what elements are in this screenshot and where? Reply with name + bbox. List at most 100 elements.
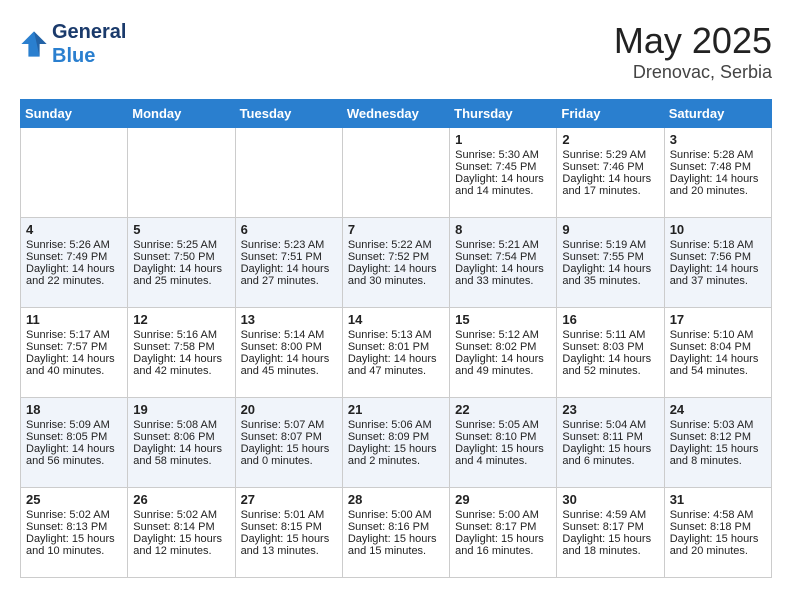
day-number: 30: [562, 492, 658, 507]
day-number: 29: [455, 492, 551, 507]
day-info: Sunset: 8:04 PM: [670, 341, 766, 353]
day-info: Sunset: 7:52 PM: [348, 251, 444, 263]
day-number: 13: [241, 312, 337, 327]
day-number: 11: [26, 312, 122, 327]
day-number: 16: [562, 312, 658, 327]
logo-icon: [20, 30, 48, 58]
calendar-cell: 13Sunrise: 5:14 AMSunset: 8:00 PMDayligh…: [235, 308, 342, 398]
day-info: Sunset: 7:45 PM: [455, 161, 551, 173]
day-number: 20: [241, 402, 337, 417]
calendar-cell: 16Sunrise: 5:11 AMSunset: 8:03 PMDayligh…: [557, 308, 664, 398]
weekday-header-thursday: Thursday: [450, 100, 557, 128]
calendar-table: SundayMondayTuesdayWednesdayThursdayFrid…: [20, 99, 772, 578]
day-info: Daylight: 14 hours: [26, 353, 122, 365]
day-info: Daylight: 14 hours: [241, 353, 337, 365]
day-info: Sunrise: 5:22 AM: [348, 239, 444, 251]
day-info: Sunset: 8:02 PM: [455, 341, 551, 353]
day-info: Sunrise: 5:00 AM: [455, 509, 551, 521]
calendar-cell: 29 Sunrise: 5:00 AMSunset: 8:17 PMDayligh…: [450, 488, 557, 578]
day-info: and 33 minutes.: [455, 275, 551, 287]
day-info: Sunset: 8:05 PM: [26, 431, 122, 443]
day-number: 25: [26, 492, 122, 507]
weekday-header-sunday: Sunday: [21, 100, 128, 128]
calendar-cell: 22Sunrise: 5:05 AMSunset: 8:10 PMDayligh…: [450, 398, 557, 488]
calendar-cell: 8Sunrise: 5:21 AMSunset: 7:54 PMDaylight…: [450, 218, 557, 308]
day-info: Daylight: 14 hours: [670, 173, 766, 185]
day-number: 6: [241, 222, 337, 237]
day-info: Sunrise: 5:25 AM: [133, 239, 229, 251]
day-info: Daylight: 15 hours: [455, 533, 551, 545]
day-info: and 8 minutes.: [670, 455, 766, 467]
day-number: 21: [348, 402, 444, 417]
week-row-1: 1Sunrise: 5:30 AMSunset: 7:45 PMDaylight…: [21, 128, 772, 218]
day-info: Sunset: 8:16 PM: [348, 521, 444, 533]
calendar-cell: 25Sunrise: 5:02 AMSunset: 8:13 PMDayligh…: [21, 488, 128, 578]
day-info: and 30 minutes.: [348, 275, 444, 287]
day-info: Sunrise: 5:05 AM: [455, 419, 551, 431]
day-info: Sunset: 7:55 PM: [562, 251, 658, 263]
day-info: Sunset: 8:06 PM: [133, 431, 229, 443]
day-info: and 20 minutes.: [670, 185, 766, 197]
day-info: Sunrise: 5:26 AM: [26, 239, 122, 251]
day-info: Sunset: 8:14 PM: [133, 521, 229, 533]
day-number: 15: [455, 312, 551, 327]
day-info: Sunrise: 5:02 AM: [26, 509, 122, 521]
day-info: Sunset: 7:54 PM: [455, 251, 551, 263]
day-info: and 6 minutes.: [562, 455, 658, 467]
day-info: and 0 minutes.: [241, 455, 337, 467]
calendar-cell: 18Sunrise: 5:09 AMSunset: 8:05 PMDayligh…: [21, 398, 128, 488]
calendar-cell: 30Sunrise: 4:59 AMSunset: 8:17 PMDayligh…: [557, 488, 664, 578]
day-info: Sunrise: 5:09 AM: [26, 419, 122, 431]
day-info: Sunset: 8:17 PM: [562, 521, 658, 533]
day-info: Sunset: 8:01 PM: [348, 341, 444, 353]
day-info: Daylight: 14 hours: [133, 263, 229, 275]
day-info: Sunset: 8:07 PM: [241, 431, 337, 443]
day-info: and 4 minutes.: [455, 455, 551, 467]
day-info: Daylight: 14 hours: [241, 263, 337, 275]
day-info: and 13 minutes.: [241, 545, 337, 557]
calendar-cell: 26Sunrise: 5:02 AMSunset: 8:14 PMDayligh…: [128, 488, 235, 578]
day-info: Sunset: 8:12 PM: [670, 431, 766, 443]
calendar-subtitle: Drenovac, Serbia: [614, 62, 772, 83]
logo-text-general: General: [52, 20, 126, 44]
day-info: Sunset: 8:17 PM: [455, 521, 551, 533]
day-number: 2: [562, 132, 658, 147]
calendar-cell: [342, 128, 449, 218]
page-header: General Blue May 2025 Drenovac, Serbia: [20, 20, 772, 83]
day-info: Sunrise: 5:04 AM: [562, 419, 658, 431]
calendar-cell: 3Sunrise: 5:28 AMSunset: 7:48 PMDaylight…: [664, 128, 771, 218]
day-info: Sunrise: 5:10 AM: [670, 329, 766, 341]
day-info: and 37 minutes.: [670, 275, 766, 287]
day-number: 4: [26, 222, 122, 237]
calendar-cell: 20Sunrise: 5:07 AMSunset: 8:07 PMDayligh…: [235, 398, 342, 488]
day-number: 19: [133, 402, 229, 417]
day-info: Sunset: 8:00 PM: [241, 341, 337, 353]
day-info: and 17 minutes.: [562, 185, 658, 197]
day-number: 5: [133, 222, 229, 237]
day-number: 8: [455, 222, 551, 237]
title-block: May 2025 Drenovac, Serbia: [614, 20, 772, 83]
day-number: 7: [348, 222, 444, 237]
day-number: 18: [26, 402, 122, 417]
day-info: and 52 minutes.: [562, 365, 658, 377]
day-info: Daylight: 15 hours: [670, 533, 766, 545]
day-info: Daylight: 15 hours: [348, 443, 444, 455]
day-info: Sunrise: 5:17 AM: [26, 329, 122, 341]
day-info: and 58 minutes.: [133, 455, 229, 467]
day-info: Daylight: 15 hours: [241, 533, 337, 545]
day-info: and 27 minutes.: [241, 275, 337, 287]
day-info: and 40 minutes.: [26, 365, 122, 377]
calendar-cell: 15Sunrise: 5:12 AMSunset: 8:02 PMDayligh…: [450, 308, 557, 398]
logo-text-blue: Blue: [52, 44, 126, 68]
day-info: and 45 minutes.: [241, 365, 337, 377]
day-info: Sunset: 7:58 PM: [133, 341, 229, 353]
day-info: Daylight: 15 hours: [455, 443, 551, 455]
day-info: Sunrise: 4:58 AM: [670, 509, 766, 521]
day-info: Daylight: 15 hours: [562, 533, 658, 545]
day-info: Sunset: 8:11 PM: [562, 431, 658, 443]
day-info: and 54 minutes.: [670, 365, 766, 377]
day-info: and 12 minutes.: [133, 545, 229, 557]
day-info: Sunrise: 5:21 AM: [455, 239, 551, 251]
day-info: and 18 minutes.: [562, 545, 658, 557]
day-info: Sunset: 7:56 PM: [670, 251, 766, 263]
